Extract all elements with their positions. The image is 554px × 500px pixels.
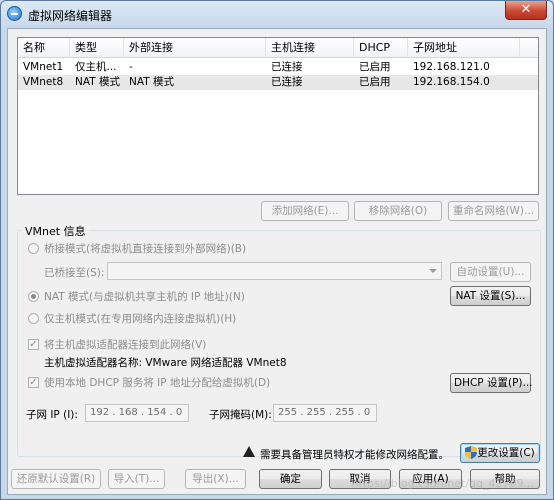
adapter-name-label: 主机虚拟适配器名称: VMware 网络适配器 VMnet8 — [44, 357, 287, 369]
dhcp-label: 使用本地 DHCP 服务将 IP 地址分配给虚拟机(D) — [44, 377, 271, 389]
watermark-text: https://blog.csdn.net/qq_42709... — [351, 477, 534, 490]
chevron-down-icon — [429, 269, 437, 273]
cell-name: VMnet8 — [23, 76, 64, 88]
cell-external: NAT 模式 — [129, 76, 174, 88]
subnet-mask-field[interactable]: 255 . 255 . 255 . 0 — [273, 404, 377, 422]
host-only-label: 仅主机模式(在专用网络内连接虚拟机)(H) — [44, 313, 237, 325]
cell-name: VMnet1 — [23, 61, 64, 73]
uac-shield-icon — [465, 446, 478, 459]
column-subnet[interactable]: 子网地址 — [408, 38, 520, 58]
restore-defaults-button[interactable]: 还原默认设置(R) — [11, 469, 101, 489]
vmnet-info-label: VMnet 信息 — [22, 223, 89, 239]
table-row[interactable]: VMnet1 仅主机... - 已连接 已启用 192.168.121.0 — [18, 60, 538, 75]
window-title: 虚拟网络编辑器 — [28, 9, 113, 23]
dhcp-checkbox[interactable]: ✓ — [28, 377, 39, 388]
table-row-selected[interactable]: VMnet8 NAT 模式 NAT 模式 已连接 已启用 192.168.154… — [18, 75, 538, 90]
rename-network-button[interactable]: 重命名网络(W)... — [448, 201, 539, 221]
cell-host: 已连接 — [271, 76, 303, 88]
cell-type: NAT 模式 — [75, 76, 120, 88]
cell-external: - — [129, 61, 133, 73]
cell-host: 已连接 — [271, 61, 303, 73]
nat-radio[interactable] — [28, 291, 39, 302]
remove-network-button[interactable]: 移除网络(O) — [354, 201, 442, 221]
cell-dhcp: 已启用 — [359, 61, 391, 73]
subnet-ip-field[interactable]: 192 . 168 . 154 . 0 — [85, 404, 189, 422]
warning-icon — [243, 446, 255, 457]
export-button[interactable]: 导出(X)... — [185, 469, 246, 489]
column-name[interactable]: 名称 — [18, 38, 70, 58]
auto-settings-button[interactable]: 自动设置(U)... — [450, 262, 531, 282]
network-list[interactable]: 名称 类型 外部连接 主机连接 DHCP 子网地址 VMnet1 仅主机... … — [17, 37, 539, 195]
bridged-to-select[interactable] — [107, 262, 442, 280]
host-only-radio[interactable] — [28, 313, 39, 324]
bridged-radio[interactable] — [28, 243, 39, 254]
cell-subnet: 192.168.154.0 — [413, 76, 490, 88]
change-settings-button[interactable]: 更改设置(C) — [460, 443, 540, 463]
nat-label: NAT 模式(与虚拟机共享主机的 IP 地址)(N) — [44, 291, 245, 303]
cell-dhcp: 已启用 — [359, 76, 391, 88]
ok-button[interactable]: 确定 — [259, 469, 322, 489]
nat-settings-button[interactable]: NAT 设置(S)... — [450, 286, 531, 306]
bridged-to-label: 已桥接至(S): — [44, 267, 105, 279]
dhcp-settings-button[interactable]: DHCP 设置(P)... — [450, 373, 533, 393]
import-button[interactable]: 导入(T)... — [108, 469, 165, 489]
cell-type: 仅主机... — [75, 61, 117, 73]
column-host[interactable]: 主机连接 — [266, 38, 354, 58]
subnet-mask-label: 子网掩码(M): — [209, 409, 272, 421]
change-settings-label: 更改设置(C) — [477, 447, 535, 459]
connect-adapter-label: 将主机虚拟适配器连接到此网络(V) — [44, 339, 207, 351]
column-type[interactable]: 类型 — [70, 38, 124, 58]
column-dhcp[interactable]: DHCP — [354, 38, 408, 58]
admin-notice: 需要具备管理员特权才能修改网络配置。 — [260, 449, 449, 461]
virtual-network-editor-window: 虚拟网络编辑器 ✕ 名称 类型 外部连接 主机连接 DHCP 子网地址 VMne… — [0, 0, 554, 500]
close-button[interactable]: ✕ — [505, 1, 547, 20]
network-globe-icon — [7, 6, 22, 21]
bridged-label: 桥接模式(将虚拟机直接连接到外部网络)(B) — [44, 243, 247, 255]
cell-subnet: 192.168.121.0 — [413, 61, 490, 73]
dialog-body: 名称 类型 外部连接 主机连接 DHCP 子网地址 VMnet1 仅主机... … — [7, 28, 547, 495]
subnet-ip-label: 子网 IP (I): — [26, 409, 78, 421]
title-bar[interactable]: 虚拟网络编辑器 ✕ — [1, 1, 553, 27]
list-header: 名称 类型 外部连接 主机连接 DHCP 子网地址 — [18, 38, 538, 58]
add-network-button[interactable]: 添加网络(E)... — [261, 201, 349, 221]
connect-adapter-checkbox[interactable]: ✓ — [28, 339, 39, 350]
column-external[interactable]: 外部连接 — [124, 38, 266, 58]
